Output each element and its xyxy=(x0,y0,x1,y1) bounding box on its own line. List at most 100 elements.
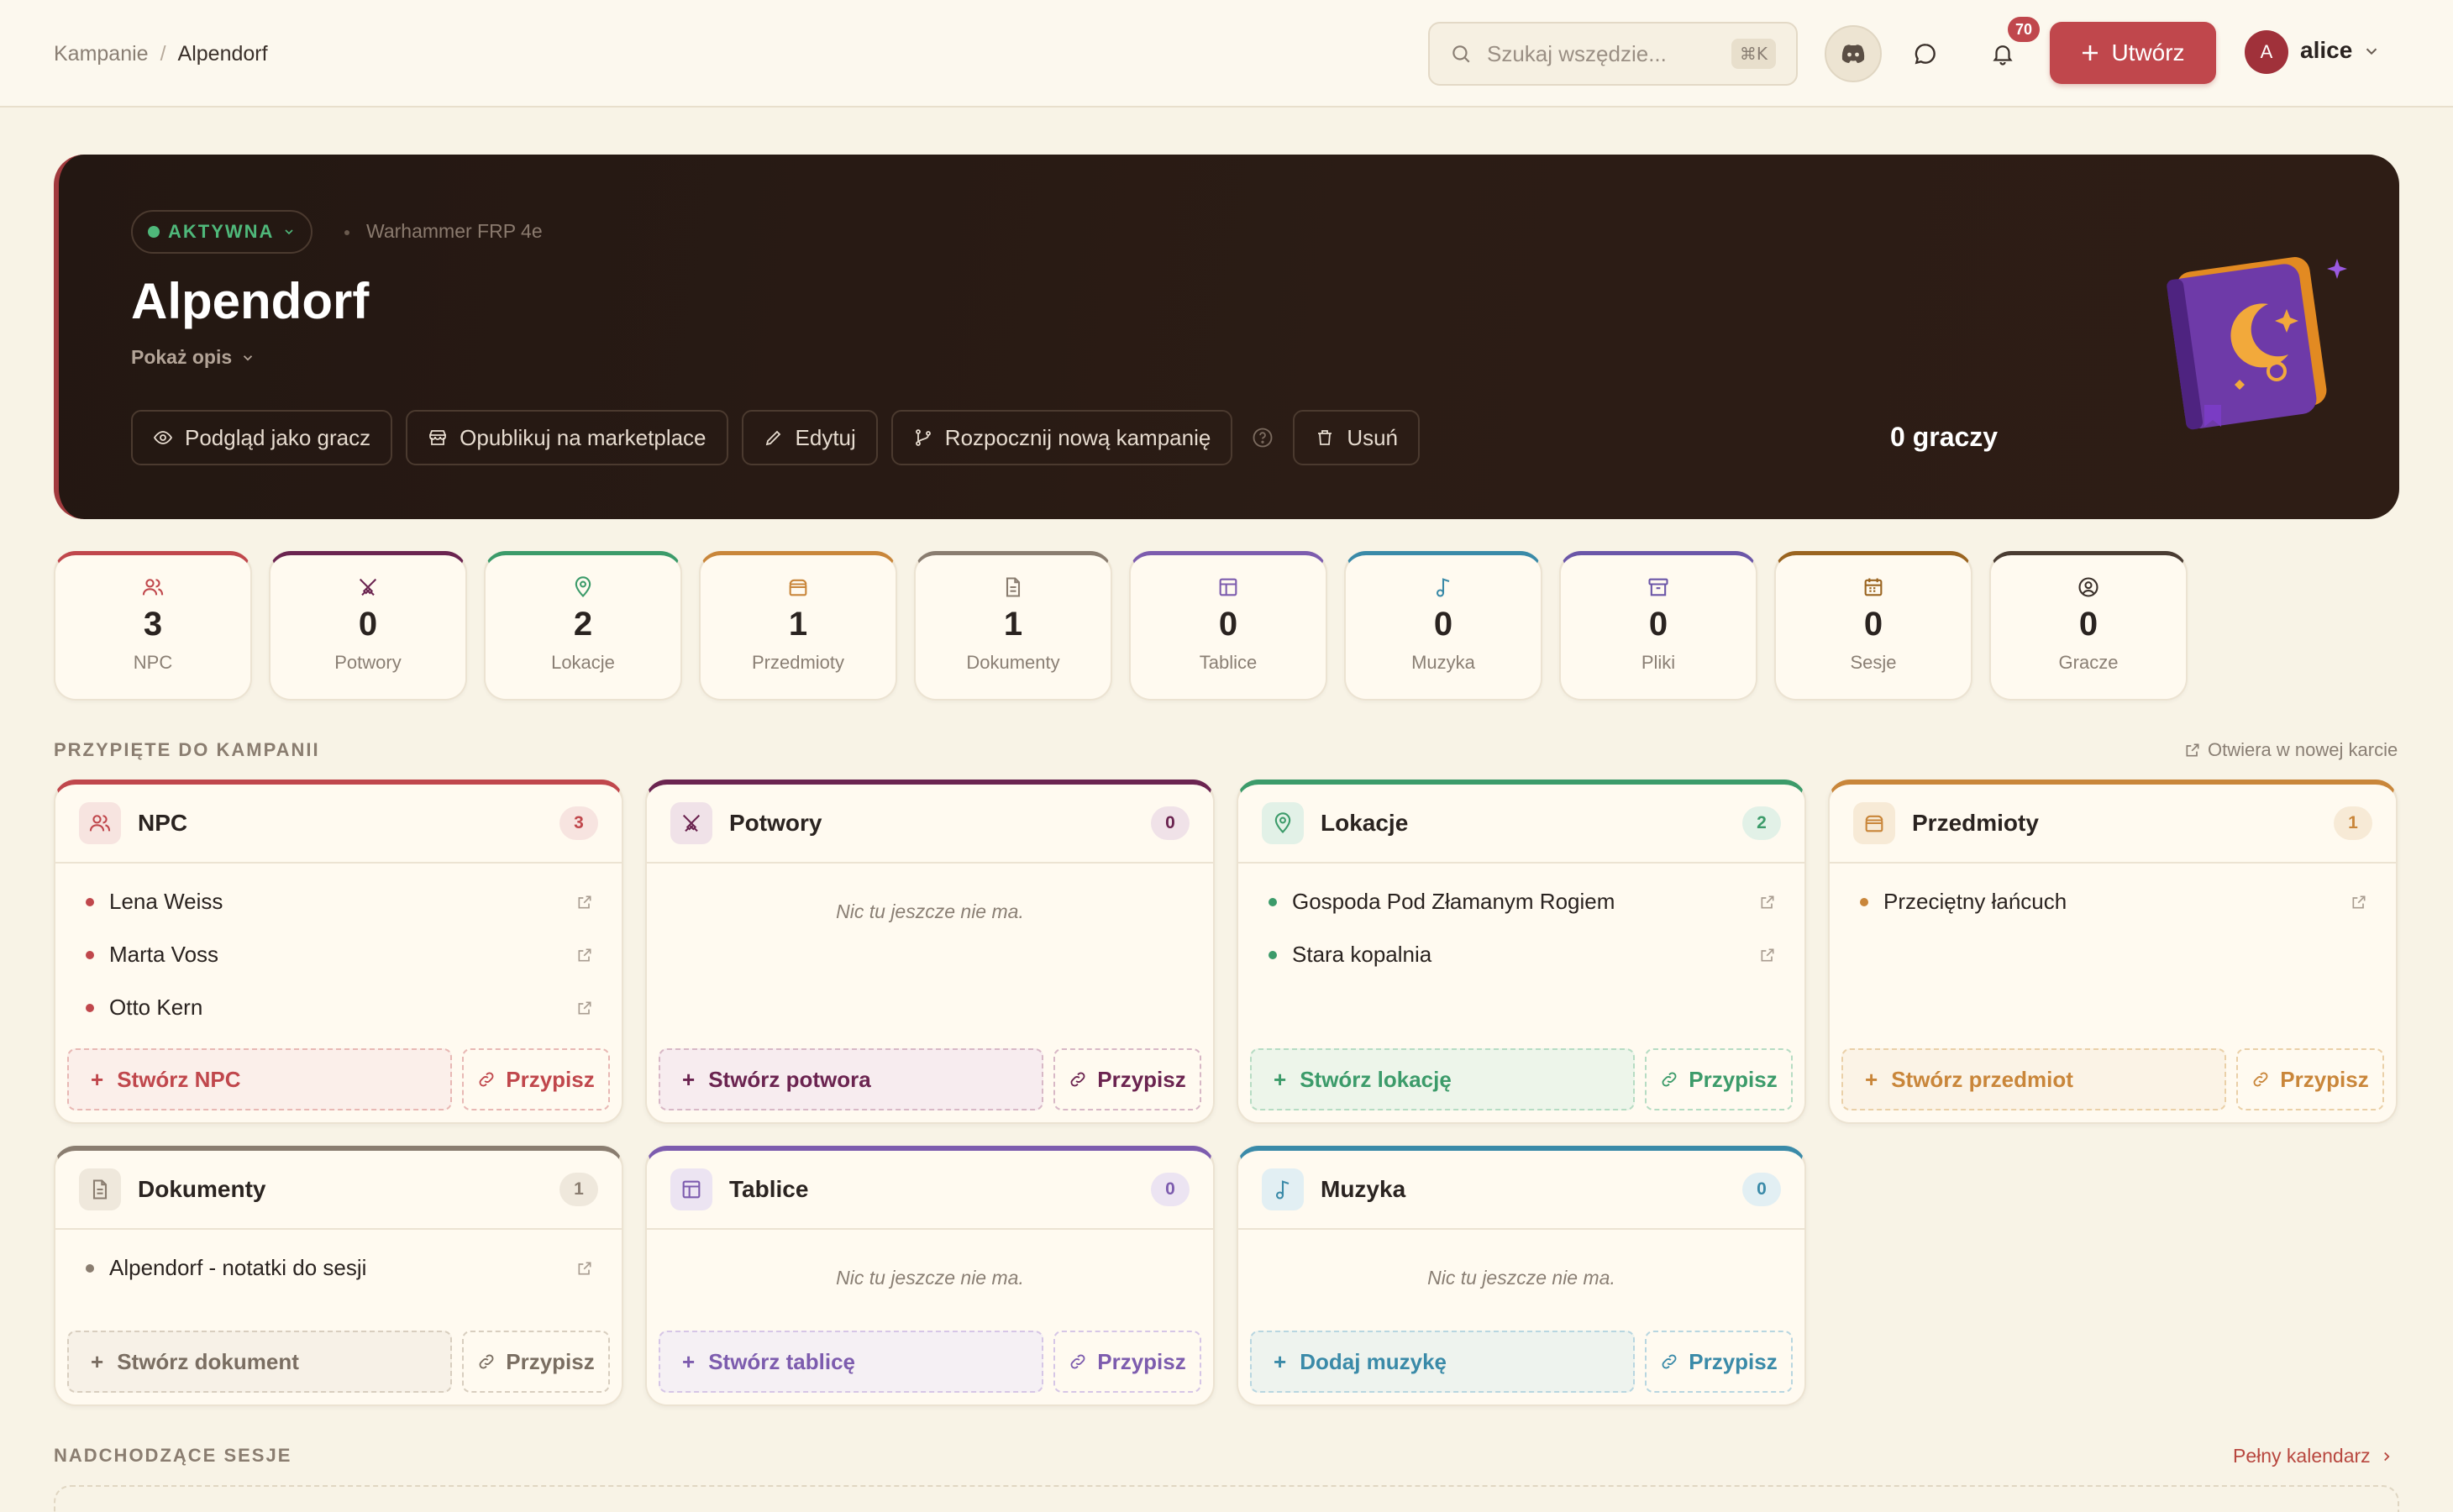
external-link-icon[interactable] xyxy=(1759,894,1776,911)
external-link-icon[interactable] xyxy=(2351,894,2367,911)
stat-card-sessions[interactable]: 0 Sesje xyxy=(1774,551,1972,701)
stat-card-npc[interactable]: 3 NPC xyxy=(54,551,252,701)
stat-card-documents[interactable]: 1 Dokumenty xyxy=(914,551,1112,701)
board-icon xyxy=(1216,575,1240,599)
stat-value: 0 xyxy=(1433,606,1453,643)
status-badge[interactable]: AKTYWNA xyxy=(131,210,313,254)
panel-title: Lokacje xyxy=(1321,810,1409,836)
stat-card-boards[interactable]: 0 Tablice xyxy=(1129,551,1327,701)
create-button[interactable]: Utwórz xyxy=(2050,22,2216,84)
panel-list: Alpendorf - notatki do sesji xyxy=(55,1230,622,1294)
stat-card-monsters[interactable]: 0 Potwory xyxy=(269,551,467,701)
assign-board-button[interactable]: Przypisz xyxy=(1053,1331,1201,1393)
user-name[interactable]: alice xyxy=(2300,37,2352,64)
music-icon xyxy=(1271,1178,1295,1201)
publish-marketplace-button[interactable]: Opublikuj na marketplace xyxy=(406,410,728,465)
create-location-button[interactable]: + Stwórz lokację xyxy=(1250,1048,1635,1110)
list-item-label: Alpendorf - notatki do sesji xyxy=(109,1255,367,1280)
chest-icon xyxy=(786,575,810,599)
publish-label: Opublikuj na marketplace xyxy=(460,424,706,450)
chevron-down-icon[interactable] xyxy=(2362,42,2381,60)
assign-item-button[interactable]: Przypisz xyxy=(2236,1048,2384,1110)
preview-label: Podgląd jako gracz xyxy=(185,424,371,450)
help-icon[interactable] xyxy=(1251,426,1274,449)
panel-icon-box xyxy=(670,802,712,844)
create-monster-button[interactable]: + Stwórz potwora xyxy=(659,1048,1043,1110)
messages-button[interactable] xyxy=(1897,25,1954,82)
external-link-icon[interactable] xyxy=(576,1260,593,1277)
create-npc-button[interactable]: + Stwórz NPC xyxy=(67,1048,452,1110)
assign-npc-button[interactable]: Przypisz xyxy=(462,1048,610,1110)
breadcrumb-campaigns-link[interactable]: Kampanie xyxy=(54,42,149,66)
external-link-icon[interactable] xyxy=(576,1000,593,1016)
search-box[interactable]: Szukaj wszędzie... ⌘K xyxy=(1428,22,1798,86)
panel-icon-box xyxy=(79,1168,121,1210)
plus-icon: + xyxy=(682,1348,696,1374)
full-calendar-link[interactable]: Pełny kalendarz xyxy=(2233,1445,2394,1467)
stat-card-music[interactable]: 0 Muzyka xyxy=(1344,551,1542,701)
assign-monster-button[interactable]: Przypisz xyxy=(1053,1048,1201,1110)
list-item[interactable]: Otto Kern xyxy=(55,981,622,1034)
breadcrumb-separator: / xyxy=(160,42,166,66)
link-icon xyxy=(477,1352,496,1371)
add-music-button[interactable]: + Dodaj muzykę xyxy=(1250,1331,1635,1393)
list-item[interactable]: Stara kopalnia xyxy=(1238,928,1804,981)
assign-label: Przypisz xyxy=(506,1348,595,1374)
new-campaign-button[interactable]: Rozpocznij nową kampanię xyxy=(890,410,1233,465)
list-item[interactable]: Marta Voss xyxy=(55,928,622,981)
panel-header: Muzyka 0 xyxy=(1238,1151,1804,1230)
external-link-icon[interactable] xyxy=(1759,947,1776,963)
external-link-icon[interactable] xyxy=(576,894,593,911)
stat-value: 3 xyxy=(143,606,163,643)
plus-icon: + xyxy=(1274,1066,1287,1092)
assign-location-button[interactable]: Przypisz xyxy=(1645,1048,1793,1110)
plus-icon: + xyxy=(91,1348,104,1374)
discord-icon xyxy=(1840,43,1867,65)
create-document-button[interactable]: + Stwórz dokument xyxy=(67,1331,452,1393)
breadcrumb: Kampanie / Alpendorf xyxy=(54,42,268,66)
panel-header: NPC 3 xyxy=(55,785,622,864)
panel-count-badge: 2 xyxy=(1742,806,1781,840)
stat-value: 1 xyxy=(788,606,808,643)
assign-document-button[interactable]: Przypisz xyxy=(462,1331,610,1393)
search-shortcut: ⌘K xyxy=(1731,39,1776,69)
panel-count-badge: 3 xyxy=(559,806,598,840)
stat-card-locations[interactable]: 2 Lokacje xyxy=(484,551,682,701)
list-item-label: Lena Weiss xyxy=(109,889,223,914)
stat-card-files[interactable]: 0 Pliki xyxy=(1559,551,1757,701)
assign-music-button[interactable]: Przypisz xyxy=(1645,1331,1793,1393)
panel-footer: + Stwórz potwora Przypisz xyxy=(659,1048,1201,1110)
external-link-icon xyxy=(2184,742,2201,759)
create-board-button[interactable]: + Stwórz tablicę xyxy=(659,1331,1043,1393)
create-item-button[interactable]: + Stwórz przedmiot xyxy=(1841,1048,2226,1110)
link-icon xyxy=(1069,1352,1087,1371)
git-branch-icon xyxy=(913,428,933,448)
delete-label: Usuń xyxy=(1347,424,1399,450)
list-item[interactable]: Alpendorf - notatki do sesji xyxy=(55,1242,622,1294)
panel-header: Potwory 0 xyxy=(647,785,1213,864)
panel-footer: + Stwórz dokument Przypisz xyxy=(67,1331,610,1393)
show-description-toggle[interactable]: Pokaż opis xyxy=(131,346,255,369)
bullet-dot xyxy=(86,1263,94,1273)
search-input[interactable]: Szukaj wszędzie... xyxy=(1487,41,1731,67)
stat-card-items[interactable]: 1 Przedmioty xyxy=(699,551,897,701)
create-label: Dodaj muzykę xyxy=(1300,1348,1447,1374)
chevron-right-icon xyxy=(2379,1449,2394,1464)
stat-value: 0 xyxy=(1863,606,1883,643)
panel-icon-box xyxy=(79,802,121,844)
bullet-dot xyxy=(1269,950,1277,959)
preview-as-player-button[interactable]: Podgląd jako gracz xyxy=(131,410,393,465)
external-link-icon[interactable] xyxy=(576,947,593,963)
list-item[interactable]: Lena Weiss xyxy=(55,875,622,928)
list-item[interactable]: Przeciętny łańcuch xyxy=(1830,875,2396,928)
avatar[interactable]: A xyxy=(2245,30,2288,74)
list-item[interactable]: Gospoda Pod Złamanym Rogiem xyxy=(1238,875,1804,928)
pinned-panel-npc: NPC 3 Lena Weiss Marta Voss Otto Kern + S… xyxy=(54,780,623,1124)
full-calendar-label: Pełny kalendarz xyxy=(2233,1445,2371,1467)
stat-card-players[interactable]: 0 Gracze xyxy=(1989,551,2188,701)
panel-header: Lokacje 2 xyxy=(1238,785,1804,864)
edit-button[interactable]: Edytuj xyxy=(741,410,878,465)
delete-button[interactable]: Usuń xyxy=(1293,410,1421,465)
discord-button[interactable] xyxy=(1825,25,1882,82)
create-label: Stwórz potwora xyxy=(708,1066,871,1092)
